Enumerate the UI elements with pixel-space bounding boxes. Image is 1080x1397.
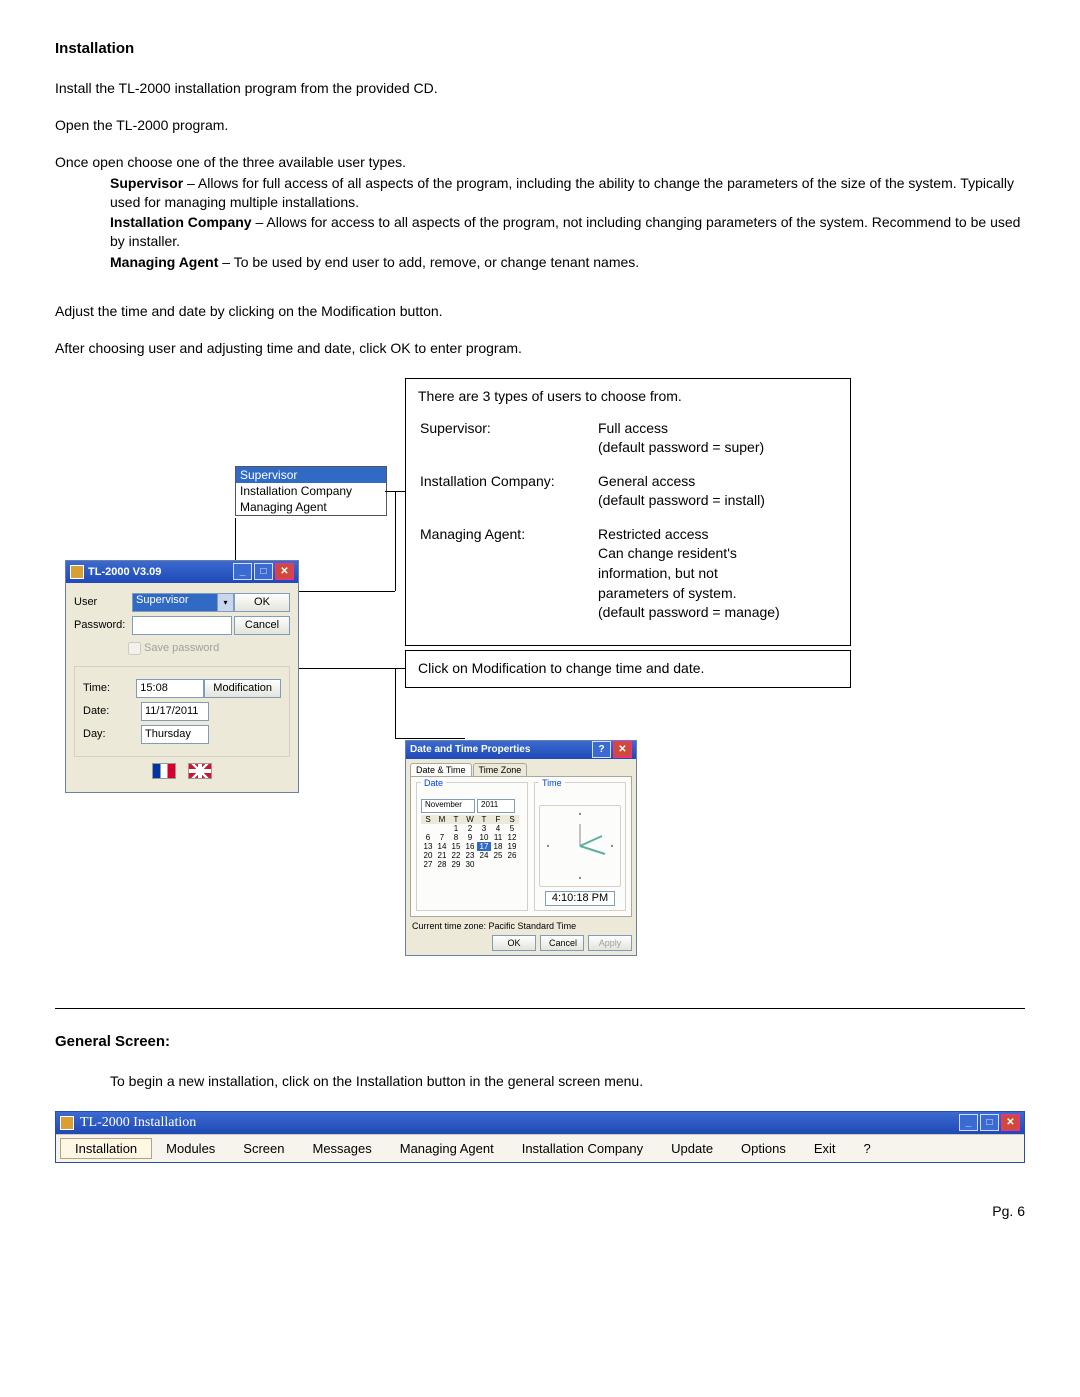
para-install-cd: Install the TL-2000 installation program… <box>55 79 1025 98</box>
date-label: Date: <box>83 705 141 717</box>
minimize-icon[interactable]: _ <box>959 1114 978 1131</box>
password-label: Password: <box>74 619 132 631</box>
timezone-label: Current time zone: Pacific Standard Time <box>412 921 630 931</box>
menu-modules[interactable]: Modules <box>152 1139 229 1158</box>
modification-button[interactable]: Modification <box>204 679 281 698</box>
user-type-dropdown-list[interactable]: Supervisor Installation Company Managing… <box>235 466 387 516</box>
day-field[interactable] <box>141 725 209 744</box>
month-select[interactable]: November <box>421 799 475 813</box>
para-choose-user: Once open choose one of the three availa… <box>55 153 1025 172</box>
installation-window: TL-2000 Installation _ □ ✕ Installation … <box>55 1111 1025 1163</box>
app-icon <box>70 565 84 579</box>
user-type-value: Restricted access Can change resident's … <box>598 525 786 635</box>
bullet-ic-label: Installation Company <box>110 214 252 230</box>
bullet-supervisor-text: – Allows for full access of all aspects … <box>110 175 1014 210</box>
user-type-key: Installation Company: <box>420 472 596 523</box>
user-label: User <box>74 596 132 608</box>
bullet-managing-agent: Managing Agent – To be used by end user … <box>110 253 1025 272</box>
user-combobox[interactable]: Supervisor ▾ <box>132 593 234 612</box>
connector-line <box>395 491 396 591</box>
save-password-checkbox <box>128 642 141 655</box>
year-spinner[interactable]: 2011 <box>477 799 515 813</box>
dt-title: Date and Time Properties <box>410 744 530 755</box>
callout-modification: Click on Modification to change time and… <box>405 650 851 688</box>
password-input[interactable] <box>132 616 232 635</box>
dt-ok-button[interactable]: OK <box>492 935 536 951</box>
section-divider <box>55 1008 1025 1009</box>
installation-titlebar[interactable]: TL-2000 Installation _ □ ✕ <box>56 1112 1024 1134</box>
menu-update[interactable]: Update <box>657 1139 727 1158</box>
time-field[interactable] <box>136 679 204 698</box>
user-type-key: Supervisor: <box>420 419 596 470</box>
help-icon[interactable]: ? <box>592 741 611 758</box>
day-label: Day: <box>83 728 141 740</box>
dt-titlebar[interactable]: Date and Time Properties ? ✕ <box>406 741 636 759</box>
dropdown-item-supervisor[interactable]: Supervisor <box>236 467 386 483</box>
menu-messages[interactable]: Messages <box>299 1139 386 1158</box>
minimize-icon[interactable]: _ <box>233 563 252 580</box>
save-password-label: Save password <box>144 642 219 654</box>
menu-exit[interactable]: Exit <box>800 1139 850 1158</box>
maximize-icon[interactable]: □ <box>254 563 273 580</box>
user-type-value: Full access (default password = super) <box>598 419 786 470</box>
ok-button[interactable]: OK <box>234 593 290 612</box>
date-legend: Date <box>421 778 446 788</box>
menu-managing-agent[interactable]: Managing Agent <box>386 1139 508 1158</box>
cancel-button[interactable]: Cancel <box>234 616 290 635</box>
time-legend: Time <box>539 778 565 788</box>
menu-installation-company[interactable]: Installation Company <box>508 1139 657 1158</box>
time-label: Time: <box>83 682 136 694</box>
close-icon[interactable]: ✕ <box>1001 1114 1020 1131</box>
general-screen-heading: General Screen: <box>55 1033 1025 1050</box>
user-type-value: General access (default password = insta… <box>598 472 786 523</box>
general-screen-para: To begin a new installation, click on th… <box>110 1072 1025 1091</box>
flag-fr-icon[interactable] <box>152 763 176 779</box>
app-icon <box>60 1116 74 1130</box>
para-click-ok: After choosing user and adjusting time a… <box>55 339 1025 358</box>
page-footer: Pg. 6 <box>55 1203 1025 1219</box>
menu-help[interactable]: ? <box>850 1139 885 1158</box>
dt-apply-button[interactable]: Apply <box>588 935 632 951</box>
date-field[interactable] <box>141 702 209 721</box>
diagram-area: There are 3 types of users to choose fro… <box>55 378 1025 978</box>
bullet-supervisor-label: Supervisor <box>110 175 183 191</box>
login-window: TL-2000 V3.09 _ □ ✕ User Supervisor ▾ OK… <box>65 560 299 793</box>
menu-bar: Installation Modules Screen Messages Man… <box>56 1134 1024 1162</box>
connector-line <box>395 668 396 738</box>
dropdown-item-managing-agent[interactable]: Managing Agent <box>236 499 386 515</box>
tab-date-time[interactable]: Date & Time <box>410 763 472 776</box>
user-type-key: Managing Agent: <box>420 525 596 635</box>
para-open: Open the TL-2000 program. <box>55 116 1025 135</box>
callout-user-types: There are 3 types of users to choose fro… <box>405 378 851 646</box>
clock-time-field[interactable]: 4:10:18 PM <box>545 891 615 906</box>
tab-time-zone[interactable]: Time Zone <box>473 763 528 776</box>
menu-installation[interactable]: Installation <box>60 1138 152 1159</box>
chevron-down-icon[interactable]: ▾ <box>218 593 234 612</box>
bullet-supervisor: Supervisor – Allows for full access of a… <box>110 174 1025 212</box>
dropdown-item-install-company[interactable]: Installation Company <box>236 483 386 499</box>
installation-title: TL-2000 Installation <box>80 1115 196 1131</box>
calendar-grid[interactable]: SMTWTFS123456789101112131415161718192021… <box>421 815 523 869</box>
callout-intro: There are 3 types of users to choose fro… <box>418 387 838 407</box>
section-heading: Installation <box>55 40 1025 57</box>
date-time-properties-window: Date and Time Properties ? ✕ Date & Time… <box>405 740 637 956</box>
login-title: TL-2000 V3.09 <box>88 566 161 578</box>
menu-options[interactable]: Options <box>727 1139 800 1158</box>
dt-cancel-button[interactable]: Cancel <box>540 935 584 951</box>
login-titlebar[interactable]: TL-2000 V3.09 _ □ ✕ <box>66 561 298 583</box>
para-adjust-time: Adjust the time and date by clicking on … <box>55 302 1025 321</box>
connector-line <box>395 738 465 739</box>
callout-modification-text: Click on Modification to change time and… <box>418 660 704 676</box>
bullet-ma-label: Managing Agent <box>110 254 218 270</box>
close-icon[interactable]: ✕ <box>613 741 632 758</box>
flag-uk-icon[interactable] <box>188 763 212 779</box>
bullet-ma-text: – To be used by end user to add, remove,… <box>218 254 639 270</box>
bullet-install-company: Installation Company – Allows for access… <box>110 213 1025 251</box>
analog-clock-icon <box>539 805 621 887</box>
maximize-icon[interactable]: □ <box>980 1114 999 1131</box>
user-combobox-value: Supervisor <box>132 593 218 612</box>
connector-line <box>293 668 406 669</box>
menu-screen[interactable]: Screen <box>229 1139 298 1158</box>
close-icon[interactable]: ✕ <box>275 563 294 580</box>
